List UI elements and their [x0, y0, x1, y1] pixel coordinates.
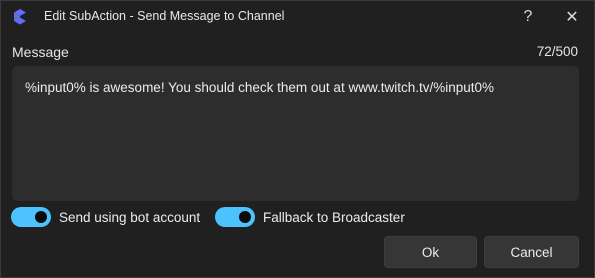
- message-input[interactable]: %input0% is awesome! You should check th…: [12, 66, 579, 201]
- help-icon: ?: [523, 7, 533, 25]
- help-button[interactable]: ?: [506, 1, 550, 32]
- app-logo-icon: [14, 9, 26, 25]
- toggle-knob: [239, 211, 251, 223]
- toggle-row-bot-account: Send using bot account: [11, 206, 200, 228]
- message-char-count: 72/500: [536, 44, 578, 59]
- ok-button[interactable]: Ok: [384, 236, 477, 268]
- bot-account-toggle[interactable]: [11, 207, 51, 227]
- window-title: Edit SubAction - Send Message to Channel: [44, 9, 285, 23]
- message-label: Message: [12, 44, 69, 60]
- close-button[interactable]: ✕: [550, 1, 594, 32]
- bot-account-toggle-label: Send using bot account: [59, 209, 201, 225]
- cancel-button[interactable]: Cancel: [484, 236, 579, 268]
- fallback-broadcaster-toggle[interactable]: [215, 207, 255, 227]
- close-icon: ✕: [565, 8, 579, 26]
- toggle-knob: [35, 211, 47, 223]
- toggle-row-fallback-broadcaster: Fallback to Broadcaster: [215, 206, 405, 228]
- title-bar: Edit SubAction - Send Message to Channel…: [1, 1, 594, 32]
- fallback-broadcaster-toggle-label: Fallback to Broadcaster: [263, 209, 405, 225]
- dialog-window: Edit SubAction - Send Message to Channel…: [0, 0, 595, 278]
